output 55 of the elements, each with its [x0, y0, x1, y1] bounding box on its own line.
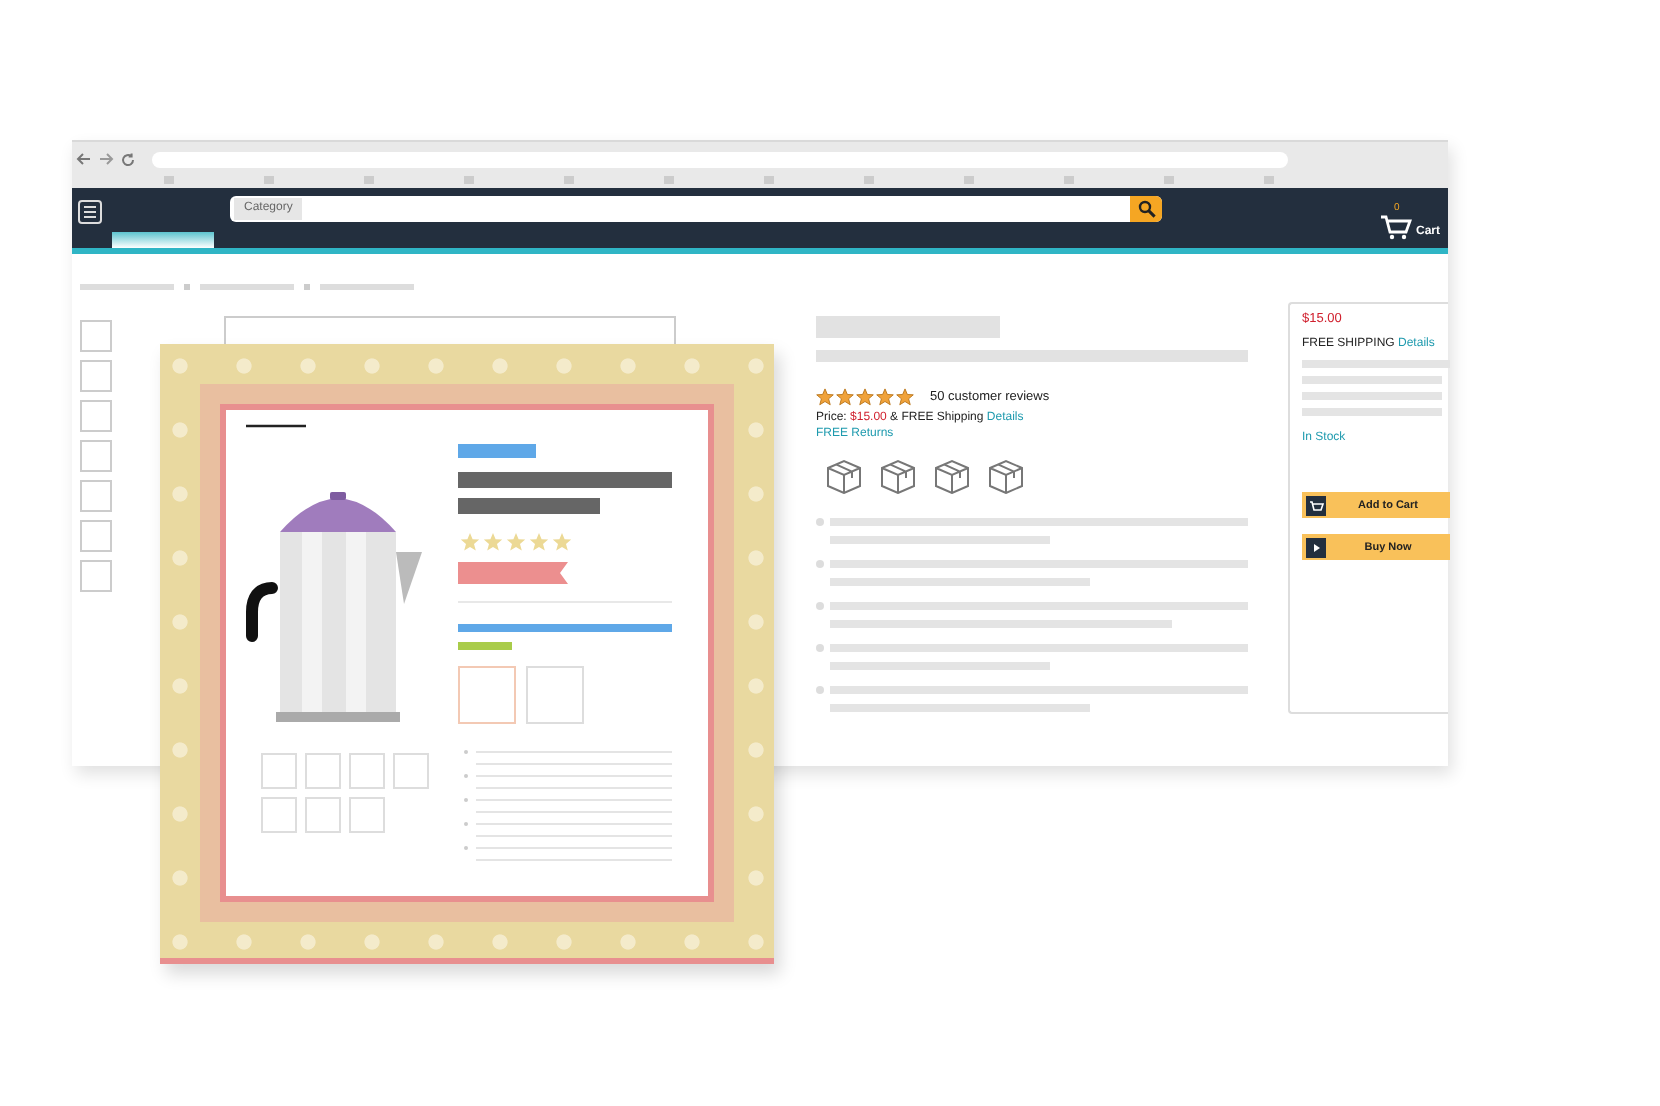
thumbnail-placeholder [261, 753, 297, 789]
star-icon [836, 388, 854, 406]
breadcrumb-placeholder[interactable] [200, 283, 294, 289]
play-icon [1306, 537, 1326, 557]
menu-icon[interactable] [78, 200, 102, 224]
breadcrumb-placeholder[interactable] [80, 283, 174, 289]
breadcrumb-separator [304, 283, 310, 289]
thumbnail-placeholder[interactable] [80, 480, 112, 512]
search-button[interactable] [1130, 196, 1162, 222]
option-placeholder [526, 666, 584, 724]
text-placeholder [458, 498, 600, 514]
back-icon[interactable] [76, 152, 92, 166]
cart-icon [1379, 214, 1412, 240]
star-icon [856, 388, 874, 406]
bullet-dot [816, 602, 824, 610]
text-placeholder [458, 444, 536, 458]
thumbnail-placeholder[interactable] [80, 400, 112, 432]
thumbnail-placeholder[interactable] [80, 520, 112, 552]
star-icon [460, 533, 480, 551]
thumbnail-placeholder [261, 797, 297, 833]
thumbnail-placeholder [349, 797, 385, 833]
nav-tab[interactable] [112, 232, 214, 248]
thumbnail-placeholder[interactable] [80, 440, 112, 472]
price-ribbon [458, 562, 568, 584]
bullet-dot [816, 518, 824, 526]
thumbnail-placeholder[interactable] [80, 560, 112, 592]
star-icon [483, 533, 503, 551]
star-icon [876, 388, 894, 406]
star-icon [552, 533, 572, 551]
bullet-dot [816, 644, 824, 652]
search-icon [1137, 200, 1155, 218]
box-icon[interactable] [824, 458, 864, 494]
option-placeholder [458, 666, 516, 724]
star-icon [506, 533, 526, 551]
thumbnail-placeholder [305, 797, 341, 833]
box-icon[interactable] [986, 458, 1026, 494]
star-icon [529, 533, 549, 551]
box-icon[interactable] [878, 458, 918, 494]
bullet-dot [816, 560, 824, 568]
logo-line [246, 424, 306, 428]
text-placeholder [458, 642, 512, 650]
thumbnail-placeholder[interactable] [80, 320, 112, 352]
reload-icon[interactable] [120, 151, 136, 167]
thumbnail-placeholder [393, 753, 429, 789]
forward-icon[interactable] [98, 152, 114, 166]
thumbnail-placeholder [305, 753, 341, 789]
thumbnail-placeholder [349, 753, 385, 789]
box-icon[interactable] [932, 458, 972, 494]
breadcrumb-placeholder[interactable] [320, 283, 414, 289]
star-icon [896, 388, 914, 406]
thumbnail-placeholder[interactable] [80, 360, 112, 392]
breadcrumb-separator [184, 283, 190, 289]
bullet-dot [816, 686, 824, 694]
star-icon [816, 388, 834, 406]
cart-icon [1306, 495, 1326, 515]
